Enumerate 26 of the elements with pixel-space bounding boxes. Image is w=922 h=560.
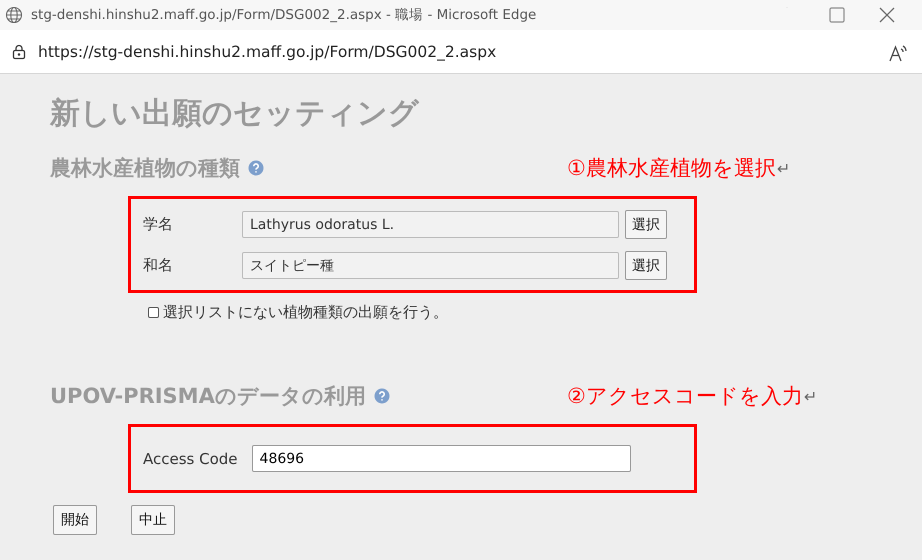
lock-icon[interactable] <box>12 44 26 60</box>
action-button[interactable]: 中止 <box>131 505 175 535</box>
field-label: Access Code <box>143 450 238 468</box>
field-label: 和名 <box>143 256 174 275</box>
help-icon[interactable] <box>374 388 390 404</box>
checkbox-label: 選択リストにない植物種類の出願を行う。 <box>163 303 448 322</box>
input-field[interactable]: 48696 <box>252 445 631 472</box>
close-icon[interactable] <box>879 7 895 23</box>
globe-icon <box>5 6 23 24</box>
window-title: stg-denshi.hinshu2.maff.go.jp/Form/DSG002_2.aspx - 職場 - Microsoft Edge <box>31 6 538 24</box>
select-button[interactable]: 選択 <box>625 251 667 280</box>
annotation-text: ②アクセスコードを入力 <box>567 383 803 410</box>
help-icon[interactable] <box>248 160 264 176</box>
section-heading: 農林水産植物の種類 <box>50 155 240 182</box>
readonly-field[interactable]: スイトピー種 <box>242 252 619 279</box>
field-label: 学名 <box>143 215 174 234</box>
return-mark: ↵ <box>776 158 790 178</box>
checkbox[interactable] <box>148 307 159 318</box>
action-button[interactable]: 開始 <box>53 505 97 535</box>
select-button[interactable]: 選択 <box>625 210 667 239</box>
page-title: 新しい出願のセッティング <box>50 95 420 133</box>
maximize-icon[interactable] <box>829 7 845 23</box>
annotation-text: ①農林水産植物を選択 <box>567 155 776 182</box>
readonly-field[interactable]: Lathyrus odoratus L. <box>242 211 619 238</box>
return-mark: ↵ <box>804 386 818 406</box>
section-heading: UPOV-PRISMAのデータの利用 <box>50 383 366 410</box>
